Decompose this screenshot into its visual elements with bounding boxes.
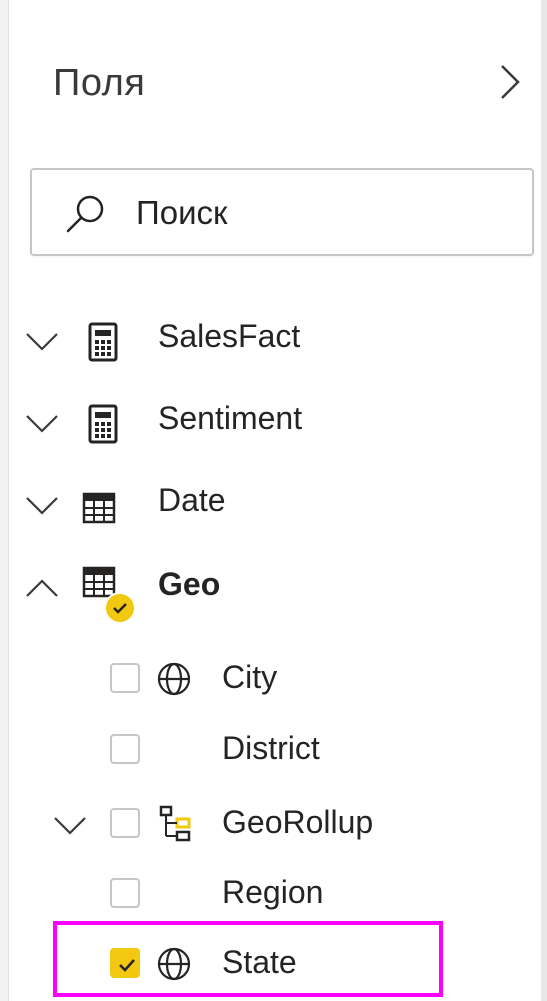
table-row-sentiment[interactable]: Sentiment — [0, 384, 540, 454]
chevron-down-icon[interactable] — [52, 808, 88, 844]
table-name: SalesFact — [158, 318, 301, 354]
field-name: GeoRollup — [222, 804, 374, 840]
hierarchy-icon — [159, 805, 191, 842]
calculator-table-icon — [88, 404, 118, 444]
field-row-region[interactable]: Region — [0, 860, 540, 930]
field-checkbox[interactable] — [110, 663, 140, 693]
field-checkbox[interactable] — [110, 878, 140, 908]
field-checkbox[interactable] — [110, 808, 140, 838]
collapse-pane-button[interactable] — [493, 62, 527, 102]
chevron-right-icon — [501, 65, 520, 99]
field-name: District — [222, 730, 320, 766]
table-row-date[interactable]: Date — [0, 466, 540, 536]
selection-badge — [104, 592, 136, 624]
field-row-georollup[interactable]: GeoRollup — [0, 790, 540, 860]
search-icon — [66, 195, 104, 233]
calculator-table-icon — [88, 322, 118, 362]
field-row-district[interactable]: District — [0, 716, 540, 786]
chevron-down-icon[interactable] — [24, 324, 60, 360]
table-name: Geo — [158, 566, 221, 602]
table-row-geo[interactable]: Geo — [0, 548, 540, 628]
table-icon — [82, 492, 116, 524]
chevron-up-icon[interactable] — [24, 570, 60, 606]
highlight-box — [53, 921, 443, 997]
search-input[interactable] — [136, 188, 516, 238]
chevron-down-icon[interactable] — [24, 488, 60, 524]
chevron-down-icon[interactable] — [24, 406, 60, 442]
field-name: City — [222, 659, 278, 695]
search-box[interactable] — [30, 168, 534, 256]
field-checkbox[interactable] — [110, 734, 140, 764]
pane-title: Поля — [53, 62, 146, 104]
table-name: Sentiment — [158, 400, 303, 436]
checkmark-icon — [113, 603, 127, 614]
field-name: Region — [222, 874, 324, 910]
globe-icon — [157, 662, 191, 696]
table-row-salesfact[interactable]: SalesFact — [0, 302, 540, 372]
field-row-city[interactable]: City — [0, 645, 540, 715]
table-name: Date — [158, 482, 226, 518]
pane-scrollbar-track[interactable] — [541, 0, 547, 1001]
